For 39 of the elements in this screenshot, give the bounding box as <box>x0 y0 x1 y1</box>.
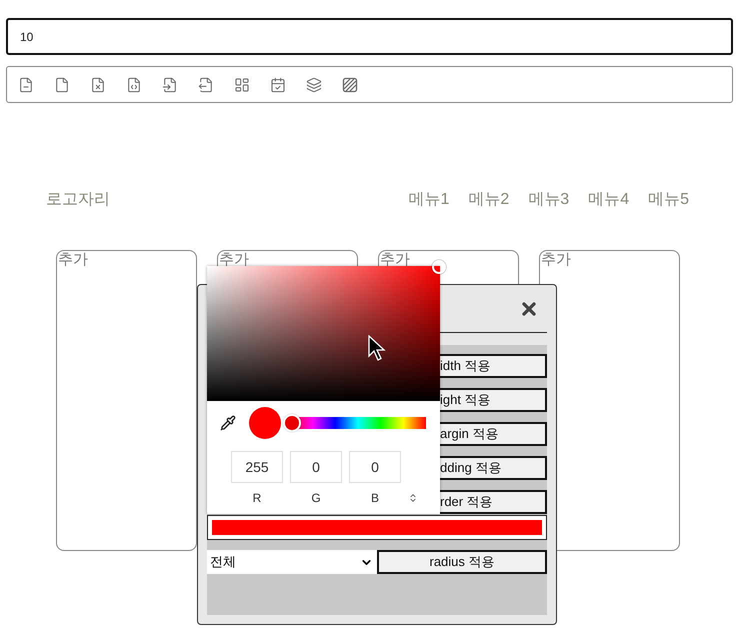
channel-field[interactable]: 0 <box>349 451 401 483</box>
file-code-icon[interactable] <box>126 76 142 92</box>
add-label[interactable]: 추가 <box>540 252 571 267</box>
apply-button[interactable]: ight 적용 <box>440 388 547 412</box>
file-icon[interactable] <box>54 76 70 92</box>
file-minus-icon[interactable] <box>18 76 34 92</box>
file-x-icon[interactable] <box>90 76 106 92</box>
channel-label: B <box>370 491 380 505</box>
file-input-icon[interactable] <box>162 76 178 92</box>
menu-link[interactable]: 메뉴2 <box>468 189 510 210</box>
apply-button[interactable]: idth 적용 <box>440 354 547 378</box>
hue-thumb[interactable] <box>283 414 301 432</box>
menu-link[interactable]: 메뉴4 <box>588 189 630 210</box>
layers-icon[interactable] <box>306 76 322 92</box>
menu-link[interactable]: 메뉴5 <box>648 189 689 210</box>
cursor-icon <box>368 335 386 363</box>
radius-button[interactable]: radius 적용 <box>377 550 547 574</box>
add-label[interactable]: 추가 <box>379 252 410 267</box>
eyedropper-icon[interactable] <box>220 415 236 431</box>
menu-link[interactable]: 메뉴3 <box>528 189 570 210</box>
channel-label: R <box>252 491 262 505</box>
add-label[interactable]: 추가 <box>57 252 88 267</box>
side-select[interactable]: 전체 <box>207 550 377 574</box>
apply-button[interactable]: argin 적용 <box>440 422 547 446</box>
layout-icon[interactable] <box>234 76 250 92</box>
toggle-icon[interactable] <box>408 493 418 503</box>
apply-button[interactable]: rder 적용 <box>440 490 547 514</box>
address-field[interactable]: 10 <box>6 18 733 55</box>
channel-field[interactable]: 0 <box>290 451 342 483</box>
calendar-check-icon[interactable] <box>270 76 286 92</box>
color-swatch <box>249 407 281 439</box>
logo-text: 로고자리 <box>46 190 110 210</box>
hatched-square-icon[interactable] <box>342 76 358 92</box>
add-label[interactable]: 추가 <box>218 252 249 267</box>
apply-button[interactable]: dding 적용 <box>440 456 547 480</box>
file-output-icon[interactable] <box>198 76 214 92</box>
channel-field[interactable]: 255 <box>231 451 283 483</box>
channel-label: G <box>310 491 322 505</box>
menu-link[interactable]: 메뉴1 <box>408 189 450 210</box>
